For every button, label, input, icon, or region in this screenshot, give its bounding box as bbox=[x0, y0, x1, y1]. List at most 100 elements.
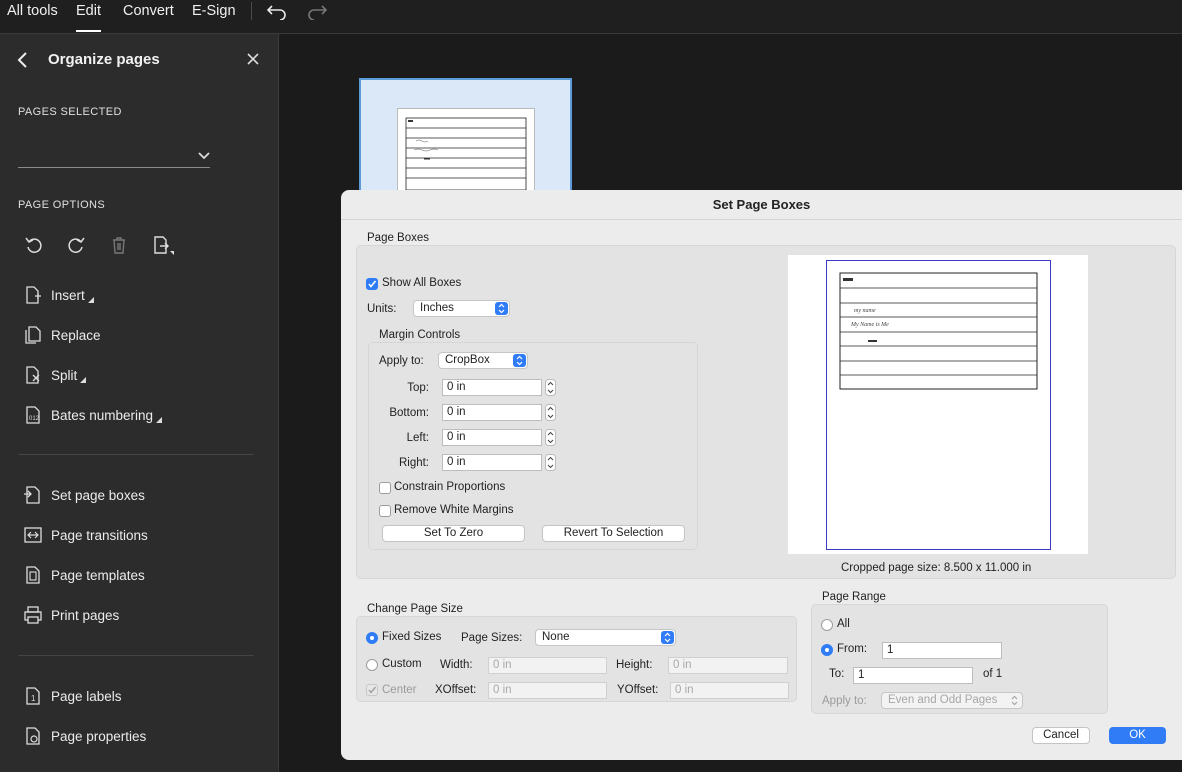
fixed-sizes-label: Fixed Sizes bbox=[382, 631, 442, 643]
rotate-right-icon[interactable] bbox=[66, 235, 86, 255]
left-margin-field[interactable]: 0 in bbox=[442, 429, 542, 446]
to-field[interactable]: 1 bbox=[853, 667, 973, 684]
panel-title: Organize pages bbox=[48, 51, 160, 68]
insert-item[interactable]: Insert bbox=[24, 283, 94, 307]
cancel-button[interactable]: Cancel bbox=[1032, 727, 1090, 744]
svg-text:012: 012 bbox=[29, 416, 40, 422]
replace-item[interactable]: Replace bbox=[24, 323, 101, 347]
organize-pages-panel: Organize pages PAGES SELECTED PAGE OPTIO… bbox=[0, 34, 279, 772]
remove-white-margins-checkbox[interactable] bbox=[379, 505, 391, 517]
page-properties-label: Page properties bbox=[51, 728, 147, 744]
show-all-boxes-checkbox[interactable] bbox=[366, 278, 378, 290]
set-to-zero-button[interactable]: Set To Zero bbox=[382, 525, 525, 542]
pages-selected-dropdown[interactable] bbox=[18, 140, 210, 168]
from-field[interactable]: 1 bbox=[882, 642, 1002, 659]
xoffset-label: XOffset: bbox=[435, 684, 477, 696]
dialog-title: Set Page Boxes bbox=[712, 197, 811, 212]
units-dropdown[interactable]: Inches bbox=[413, 300, 510, 317]
range-apply-to-label: Apply to: bbox=[822, 695, 867, 707]
page-labels-icon: 1 bbox=[26, 687, 40, 705]
bottom-margin-stepper[interactable] bbox=[545, 404, 556, 421]
preview-page-content: my name My Name is Me bbox=[839, 272, 1038, 390]
set-page-boxes-label: Set page boxes bbox=[51, 487, 145, 503]
units-value: Inches bbox=[420, 302, 454, 314]
left-margin-stepper[interactable] bbox=[545, 429, 556, 446]
undo-icon[interactable] bbox=[266, 2, 288, 20]
ok-button[interactable]: OK bbox=[1109, 727, 1166, 744]
center-checkbox[interactable] bbox=[366, 684, 378, 696]
height-field[interactable]: 0 in bbox=[668, 657, 788, 674]
custom-radio[interactable] bbox=[366, 659, 378, 671]
page-boxes-group-label: Page Boxes bbox=[367, 232, 430, 244]
apply-to-dropdown[interactable]: CropBox bbox=[438, 352, 528, 369]
units-label: Units: bbox=[367, 303, 397, 315]
handwritten-text: My Name is Me bbox=[850, 322, 889, 328]
page-properties-icon bbox=[26, 727, 40, 745]
margin-controls-group bbox=[368, 342, 698, 550]
fixed-sizes-radio[interactable] bbox=[366, 632, 378, 644]
right-margin-stepper[interactable] bbox=[545, 454, 556, 471]
xoffset-field[interactable]: 0 in bbox=[488, 682, 607, 699]
insert-page-icon bbox=[26, 286, 41, 304]
pages-selected-heading: PAGES SELECTED bbox=[18, 106, 122, 118]
popup-arrows-icon bbox=[513, 354, 526, 367]
page-labels-item[interactable]: 1 Page labels bbox=[24, 684, 122, 708]
menu-convert[interactable]: Convert bbox=[123, 3, 174, 19]
set-page-boxes-item[interactable]: Set page boxes bbox=[24, 483, 145, 507]
margin-controls-label: Margin Controls bbox=[379, 329, 461, 341]
set-page-boxes-dialog: Set Page Boxes Page Boxes Show All Boxes… bbox=[341, 190, 1182, 760]
bottom-margin-field[interactable]: 0 in bbox=[442, 404, 542, 421]
range-apply-to-value: Even and Odd Pages bbox=[888, 694, 998, 706]
close-icon[interactable] bbox=[246, 52, 260, 66]
width-label: Width: bbox=[440, 659, 473, 671]
right-margin-field[interactable]: 0 in bbox=[442, 454, 542, 471]
menu-edit[interactable]: Edit bbox=[76, 3, 101, 32]
split-page-icon bbox=[26, 366, 40, 384]
menu-all-tools[interactable]: All tools bbox=[7, 3, 58, 19]
submenu-triangle-icon bbox=[80, 377, 87, 383]
insert-label: Insert bbox=[51, 287, 85, 303]
title-divider bbox=[341, 219, 1182, 220]
page-labels-label: Page labels bbox=[51, 688, 122, 704]
back-arrow-icon[interactable] bbox=[16, 52, 30, 68]
bottom-label: Bottom: bbox=[389, 407, 429, 419]
top-menu-bar: All tools Edit Convert E-Sign bbox=[0, 0, 1182, 34]
page-transitions-item[interactable]: Page transitions bbox=[24, 523, 148, 547]
checkmark-icon bbox=[368, 686, 377, 694]
submenu-triangle-icon bbox=[87, 297, 94, 303]
rotate-left-icon[interactable] bbox=[24, 235, 44, 255]
revert-to-selection-button[interactable]: Revert To Selection bbox=[542, 525, 685, 542]
extract-pages-icon[interactable] bbox=[152, 235, 174, 255]
yoffset-field[interactable]: 0 in bbox=[670, 682, 789, 699]
chevron-down-icon bbox=[198, 152, 210, 160]
from-radio[interactable] bbox=[821, 644, 833, 656]
to-label: To: bbox=[829, 668, 845, 680]
page-templates-icon bbox=[26, 566, 40, 584]
width-field[interactable]: 0 in bbox=[488, 657, 607, 674]
page-thumbnail[interactable] bbox=[359, 78, 572, 192]
page-sizes-value: None bbox=[542, 631, 570, 643]
page-templates-item[interactable]: Page templates bbox=[24, 563, 145, 587]
left-label: Left: bbox=[406, 432, 429, 444]
custom-label: Custom bbox=[382, 658, 422, 670]
delete-icon[interactable] bbox=[109, 235, 129, 255]
split-item[interactable]: Split bbox=[24, 363, 87, 387]
redo-icon[interactable] bbox=[306, 2, 328, 20]
page-box-preview: my name My Name is Me bbox=[788, 255, 1088, 554]
range-apply-to-dropdown[interactable]: Even and Odd Pages bbox=[881, 692, 1023, 709]
print-pages-item[interactable]: Print pages bbox=[24, 603, 119, 627]
show-all-boxes-label: Show All Boxes bbox=[382, 277, 462, 289]
popup-arrows-icon bbox=[661, 631, 674, 644]
apply-to-value: CropBox bbox=[445, 354, 490, 366]
top-margin-field[interactable]: 0 in bbox=[442, 379, 542, 396]
page-properties-item[interactable]: Page properties bbox=[24, 724, 146, 748]
menu-e-sign[interactable]: E-Sign bbox=[192, 3, 236, 19]
bates-numbering-item[interactable]: 012 Bates numbering bbox=[24, 403, 163, 427]
right-label: Right: bbox=[398, 457, 429, 469]
constrain-proportions-checkbox[interactable] bbox=[379, 482, 391, 494]
page-range-label: Page Range bbox=[822, 591, 886, 603]
top-margin-stepper[interactable] bbox=[545, 379, 556, 396]
all-pages-radio[interactable] bbox=[821, 619, 833, 631]
page-sizes-dropdown[interactable]: None bbox=[535, 629, 676, 646]
replace-label: Replace bbox=[51, 327, 101, 343]
